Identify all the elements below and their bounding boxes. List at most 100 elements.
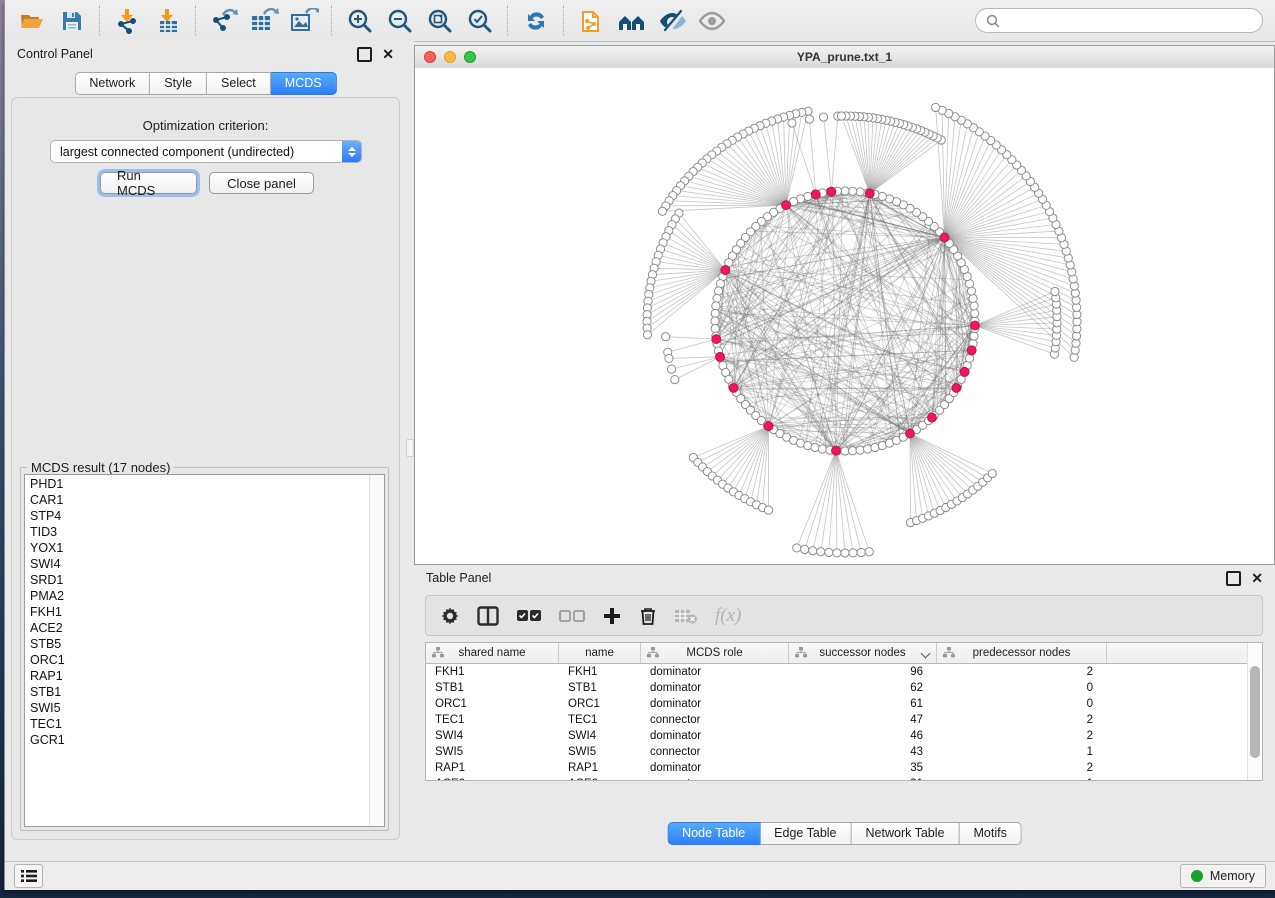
table-cell[interactable]: 47: [789, 712, 937, 728]
table-cell[interactable]: SWI5: [426, 744, 559, 760]
table-row[interactable]: RAP1RAP1dominator352: [426, 760, 1248, 776]
mcds-result-item[interactable]: GCR1: [25, 732, 369, 748]
table-row[interactable]: STB1STB1dominator620: [426, 680, 1248, 696]
mcds-result-item[interactable]: SWI4: [25, 556, 369, 572]
column-header-name[interactable]: name: [559, 643, 641, 663]
table-cell[interactable]: 2: [937, 664, 1107, 680]
table-cell[interactable]: 2: [937, 728, 1107, 744]
zoom-fit-icon[interactable]: [423, 5, 457, 37]
table-cell[interactable]: STB1: [426, 680, 559, 696]
table-row[interactable]: SWI4SWI4dominator462: [426, 728, 1248, 744]
network-titlebar[interactable]: YPA_prune.txt_1: [415, 46, 1274, 69]
table-settings-gear-icon[interactable]: [440, 606, 460, 626]
search-input[interactable]: [1006, 13, 1252, 29]
panel-splitter[interactable]: [406, 41, 414, 853]
hide-selected-icon[interactable]: [655, 5, 689, 37]
apply-layout-icon[interactable]: [519, 5, 553, 37]
select-all-columns-icon[interactable]: [516, 609, 542, 623]
table-cell[interactable]: FKH1: [426, 664, 559, 680]
zoom-in-icon[interactable]: [343, 5, 377, 37]
create-column-icon[interactable]: [602, 606, 622, 626]
table-cell[interactable]: SWI4: [559, 728, 641, 744]
tab-motifs[interactable]: Motifs: [959, 822, 1021, 845]
import-table-icon[interactable]: [151, 5, 185, 37]
table-cell[interactable]: ACE2: [426, 776, 559, 781]
table-cell[interactable]: ORC1: [426, 696, 559, 712]
table-cell[interactable]: connector: [641, 712, 789, 728]
table-cell[interactable]: SWI5: [559, 744, 641, 760]
tab-node-table[interactable]: Node Table: [667, 822, 760, 845]
criterion-dropdown[interactable]: largest connected component (undirected): [50, 140, 362, 163]
column-header-shared-name[interactable]: shared name: [426, 643, 559, 663]
first-neighbors-icon[interactable]: [615, 5, 649, 37]
table-cell[interactable]: ORC1: [559, 696, 641, 712]
table-cell[interactable]: 0: [937, 680, 1107, 696]
table-cell[interactable]: dominator: [641, 760, 789, 776]
zoom-out-icon[interactable]: [383, 5, 417, 37]
splitter-grip[interactable]: [406, 439, 414, 457]
table-cell[interactable]: dominator: [641, 664, 789, 680]
mcds-result-item[interactable]: FKH1: [25, 604, 369, 620]
close-panel-icon[interactable]: ✕: [382, 49, 394, 60]
close-panel-button[interactable]: Close panel: [209, 172, 314, 194]
mcds-result-item[interactable]: STP4: [25, 508, 369, 524]
table-scrollbar[interactable]: [1247, 643, 1262, 780]
delete-column-icon[interactable]: [639, 606, 657, 626]
float-panel-icon[interactable]: [1226, 571, 1241, 586]
tab-network[interactable]: Network: [74, 72, 150, 95]
mcds-result-item[interactable]: SWI5: [25, 700, 369, 716]
table-cell[interactable]: connector: [641, 776, 789, 781]
task-history-button[interactable]: [14, 864, 43, 888]
table-cell[interactable]: dominator: [641, 696, 789, 712]
search-box[interactable]: [975, 8, 1263, 33]
mcds-result-item[interactable]: SRD1: [25, 572, 369, 588]
table-cell[interactable]: 31: [789, 776, 937, 781]
mcds-result-item[interactable]: RAP1: [25, 668, 369, 684]
tab-mcds[interactable]: MCDS: [271, 72, 337, 95]
mcds-result-item[interactable]: YOX1: [25, 540, 369, 556]
table-cell[interactable]: 2: [937, 712, 1107, 728]
run-mcds-button[interactable]: Run MCDS: [100, 172, 197, 194]
mcds-result-item[interactable]: STB5: [25, 636, 369, 652]
mcds-result-list[interactable]: PHD1CAR1STP4TID3YOX1SWI4SRD1PMA2FKH1ACE2…: [24, 474, 385, 827]
table-cell[interactable]: 0: [937, 696, 1107, 712]
mcds-result-item[interactable]: ORC1: [25, 652, 369, 668]
show-all-icon[interactable]: [695, 5, 729, 37]
table-cell[interactable]: STB1: [559, 680, 641, 696]
close-panel-icon[interactable]: ✕: [1251, 573, 1263, 584]
table-cell[interactable]: dominator: [641, 728, 789, 744]
column-header-predecessor-nodes[interactable]: predecessor nodes: [937, 643, 1107, 663]
export-image-icon[interactable]: [287, 5, 321, 37]
save-session-icon[interactable]: [55, 5, 89, 37]
column-header-successor-nodes[interactable]: successor nodes: [789, 643, 937, 663]
table-row[interactable]: TEC1TEC1connector472: [426, 712, 1248, 728]
mcds-result-item[interactable]: STB1: [25, 684, 369, 700]
table-cell[interactable]: RAP1: [426, 760, 559, 776]
tab-style[interactable]: Style: [150, 72, 207, 95]
unselect-all-columns-icon[interactable]: [559, 610, 585, 622]
open-session-icon[interactable]: [15, 5, 49, 37]
column-header-MCDS-role[interactable]: MCDS role: [641, 643, 789, 663]
export-table-icon[interactable]: [247, 5, 281, 37]
mcds-result-item[interactable]: ACE2: [25, 620, 369, 636]
table-row[interactable]: ACE2ACE2connector311: [426, 776, 1248, 781]
table-cell[interactable]: 96: [789, 664, 937, 680]
table-row[interactable]: FKH1FKH1dominator962: [426, 664, 1248, 680]
table-cell[interactable]: 46: [789, 728, 937, 744]
mcds-result-item[interactable]: PMA2: [25, 588, 369, 604]
tab-select[interactable]: Select: [207, 72, 271, 95]
new-network-from-selection-icon[interactable]: [575, 5, 609, 37]
table-cell[interactable]: FKH1: [559, 664, 641, 680]
table-cell[interactable]: TEC1: [559, 712, 641, 728]
table-cell[interactable]: dominator: [641, 680, 789, 696]
network-canvas[interactable]: [415, 68, 1274, 564]
table-cell[interactable]: RAP1: [559, 760, 641, 776]
table-cell[interactable]: ACE2: [559, 776, 641, 781]
table-cell[interactable]: TEC1: [426, 712, 559, 728]
table-cell[interactable]: 2: [937, 760, 1107, 776]
mcds-list-scrollbar[interactable]: [369, 475, 384, 826]
table-row[interactable]: ORC1ORC1dominator610: [426, 696, 1248, 712]
float-panel-icon[interactable]: [357, 47, 372, 62]
zoom-selected-icon[interactable]: [463, 5, 497, 37]
table-cell[interactable]: 1: [937, 776, 1107, 781]
